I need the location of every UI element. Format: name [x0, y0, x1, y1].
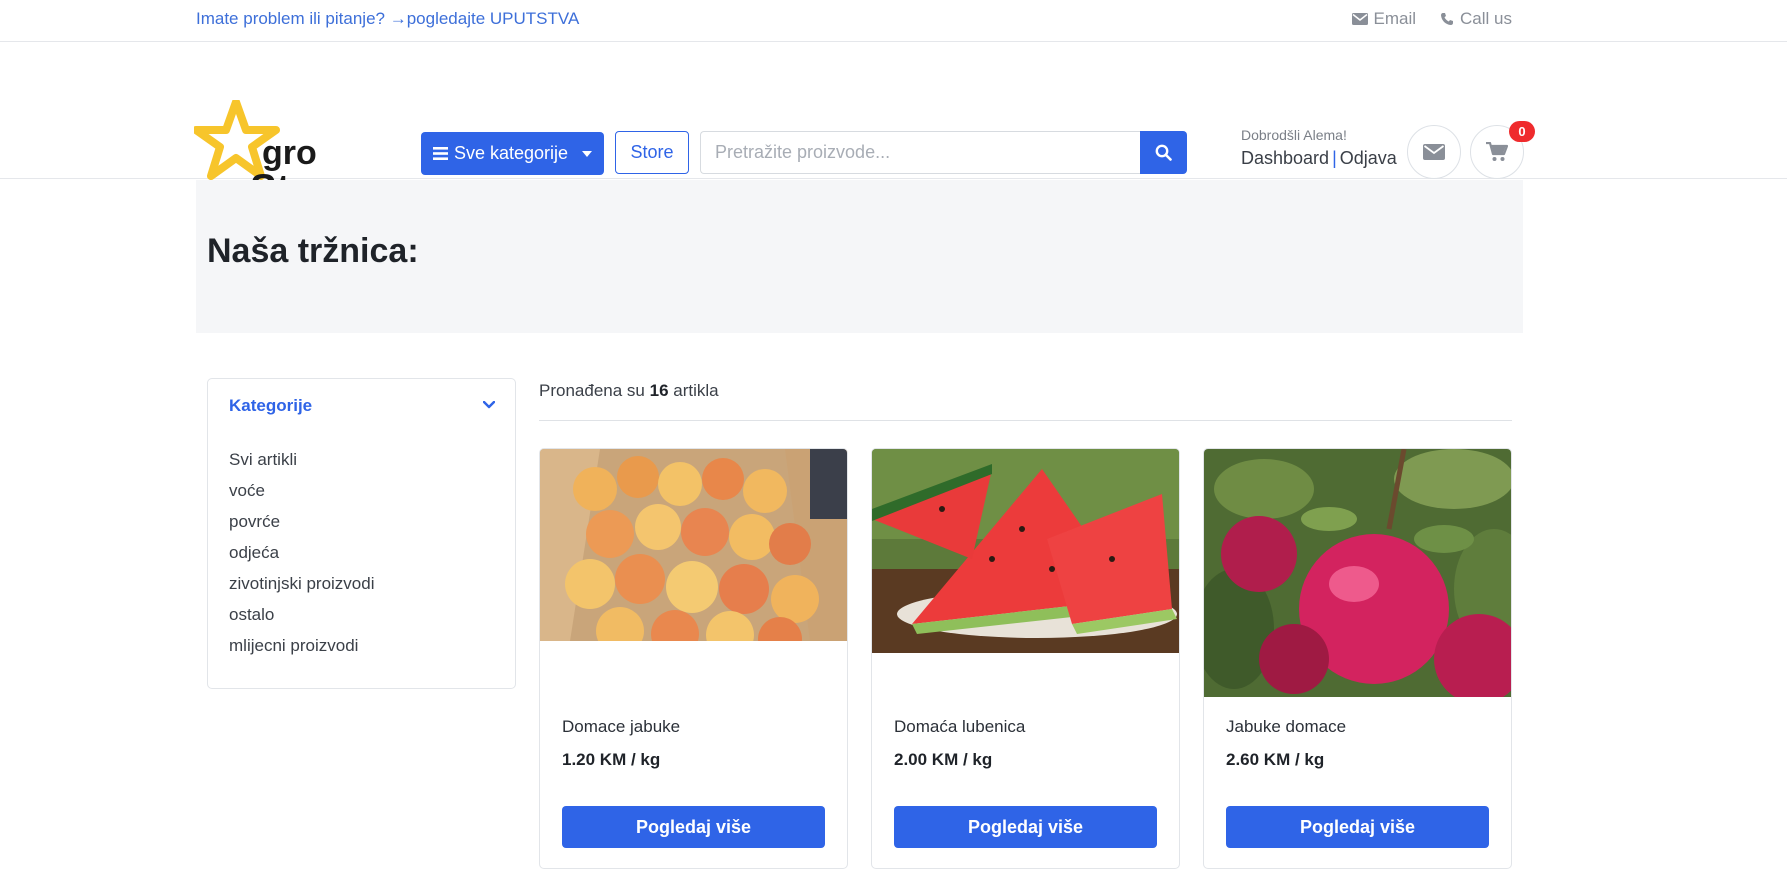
call-link[interactable]: Call us — [1440, 9, 1512, 29]
main-header: gro Star Sve kategorije Store Dobrodšli … — [0, 42, 1787, 211]
results-divider — [539, 420, 1512, 421]
envelope-icon — [1423, 144, 1445, 160]
page-banner: Naša tržnica: — [196, 180, 1523, 333]
view-more-button[interactable]: Pogledaj više — [894, 806, 1157, 848]
call-label: Call us — [1460, 9, 1512, 28]
product-image-apples[interactable] — [540, 449, 848, 641]
categories-sidebar: Kategorije Svi artikli voće povrće odjeć… — [207, 378, 516, 689]
messages-button[interactable] — [1407, 125, 1461, 179]
results-number: 16 — [649, 381, 669, 400]
product-name: Domaća lubenica — [894, 717, 1026, 736]
category-item-clothing[interactable]: odjeća — [229, 544, 375, 575]
category-item-vegetables[interactable]: povrće — [229, 513, 375, 544]
categories-heading[interactable]: Kategorije — [229, 396, 312, 416]
category-item-all[interactable]: Svi artikli — [229, 451, 375, 482]
results-count: Pronađena su 16 artikla — [539, 381, 719, 401]
category-item-other[interactable]: ostalo — [229, 606, 375, 637]
category-item-fruit[interactable]: voće — [229, 482, 375, 513]
product-image-watermelon[interactable] — [872, 449, 1180, 653]
logout-link[interactable]: Odjava — [1340, 148, 1397, 168]
dashboard-link[interactable]: Dashboard — [1241, 148, 1329, 168]
product-card: Domace jabuke 1.20 KM / kg Pogledaj više — [539, 448, 848, 869]
search-icon — [1155, 144, 1172, 161]
contact-links: Email Call us — [1351, 9, 1512, 29]
category-list: Svi artikli voće povrće odjeća zivotinjs… — [229, 451, 375, 668]
shopping-cart-icon — [1486, 142, 1508, 161]
search-input[interactable] — [700, 131, 1140, 174]
user-links: Dashboard | Odjava — [1241, 148, 1397, 169]
product-price: 1.20 KM / kg — [562, 750, 661, 769]
email-link[interactable]: Email — [1351, 9, 1417, 29]
chevron-down-icon[interactable] — [483, 401, 495, 409]
results-prefix: Pronađena su — [539, 381, 645, 400]
search-button[interactable] — [1140, 131, 1187, 174]
email-label: Email — [1373, 9, 1417, 28]
top-bar: Imate problem ili pitanje? →pogledajte U… — [0, 0, 1787, 42]
product-name: Domace jabuke — [562, 717, 681, 736]
product-price: 2.00 KM / kg — [894, 750, 993, 769]
product-card: Domaća lubenica 2.00 KM / kg Pogledaj vi… — [871, 448, 1180, 869]
phone-icon — [1441, 13, 1454, 25]
category-item-animal-products[interactable]: zivotinjski proizvodi — [229, 575, 375, 606]
product-price: 2.60 KM / kg — [1226, 750, 1325, 769]
product-name: Jabuke domace — [1226, 717, 1347, 736]
search-bar — [700, 131, 1187, 174]
menu-icon — [432, 147, 448, 160]
view-more-button[interactable]: Pogledaj više — [1226, 806, 1489, 848]
user-menu: Dobrodšli Alema! Dashboard | Odjava — [1241, 127, 1397, 169]
welcome-text: Dobrodšli Alema! — [1241, 127, 1347, 143]
product-image-apple-tree[interactable] — [1204, 449, 1512, 697]
results-suffix: artikla — [673, 381, 719, 400]
link-separator: | — [1332, 148, 1337, 168]
help-link[interactable]: Imate problem ili pitanje? →pogledajte U… — [196, 9, 579, 29]
all-categories-button[interactable]: Sve kategorije — [421, 132, 604, 175]
caret-down-icon — [582, 150, 593, 157]
page-title: Naša tržnica: — [207, 232, 419, 270]
store-button[interactable]: Store — [615, 131, 689, 174]
cart-count-badge: 0 — [1509, 121, 1535, 142]
category-item-dairy[interactable]: mlijecni proizvodi — [229, 637, 375, 668]
all-categories-label: Sve kategorije — [453, 143, 569, 163]
product-card: Jabuke domace 2.60 KM / kg Pogledaj više — [1203, 448, 1512, 869]
envelope-icon — [1351, 13, 1368, 25]
view-more-button[interactable]: Pogledaj više — [562, 806, 825, 848]
